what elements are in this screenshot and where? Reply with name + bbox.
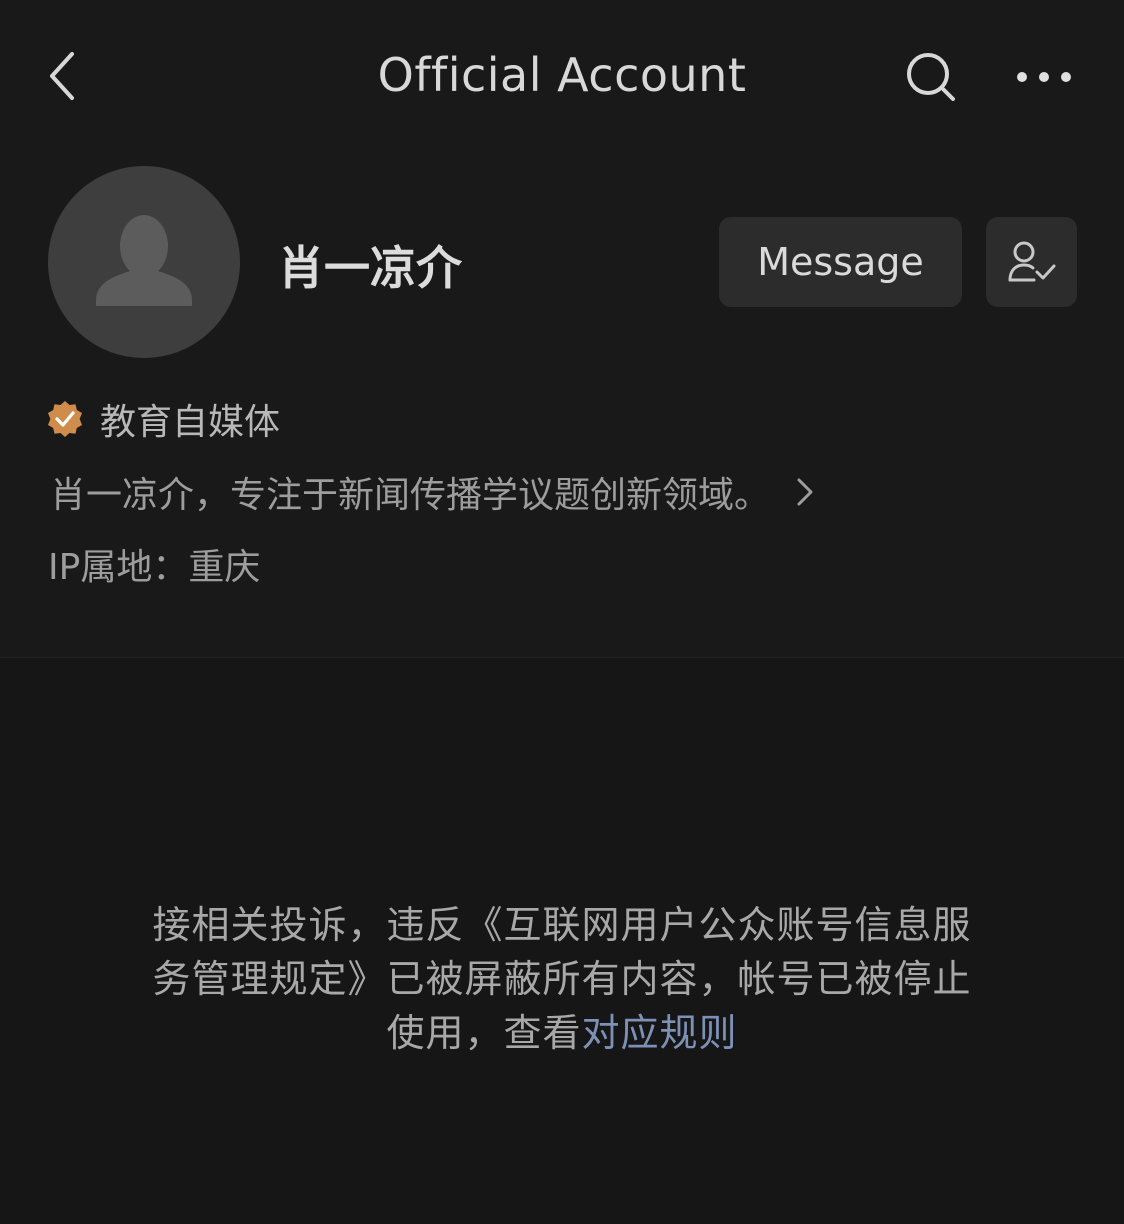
suspension-notice-text: 接相关投诉，违反《互联网用户公众账号信息服务管理规定》已被屏蔽所有内容，帐号已被… — [152, 903, 972, 1055]
more-options-button[interactable] — [1010, 52, 1080, 102]
verified-badge-icon — [48, 401, 82, 437]
followed-user-check-icon — [1008, 241, 1055, 282]
message-button[interactable]: Message — [719, 217, 962, 307]
content-area: 接相关投诉，违反《互联网用户公众账号信息服务管理规定》已被屏蔽所有内容，帐号已被… — [0, 658, 1124, 1224]
search-button[interactable] — [900, 46, 962, 108]
search-icon — [907, 53, 955, 101]
verification-label: 教育自媒体 — [100, 402, 281, 443]
account-profile: 肖一凉介 Message 教育自媒体 肖一凉介，专注于新闻传播学议题创新领域。 … — [0, 150, 1124, 658]
more-horizontal-icon — [1017, 72, 1071, 82]
chevron-right-icon — [797, 478, 813, 506]
account-description-row[interactable]: 肖一凉介，专注于新闻传播学议题创新领域。 — [50, 466, 816, 518]
account-description: 肖一凉介，专注于新闻传播学议题创新领域。 — [50, 475, 771, 516]
verification-row: 教育自媒体 — [46, 394, 280, 444]
default-user-avatar-icon — [96, 215, 192, 306]
follow-status-button[interactable] — [986, 217, 1077, 307]
account-name: 肖一凉介 — [278, 241, 462, 295]
suspension-notice: 接相关投诉，违反《互联网用户公众账号信息服务管理规定》已被屏蔽所有内容，帐号已被… — [152, 898, 972, 1060]
rules-link[interactable]: 对应规则 — [582, 1011, 738, 1055]
top-nav-bar: Official Account — [0, 0, 1124, 150]
ip-location: IP属地：重庆 — [48, 547, 261, 588]
avatar[interactable] — [48, 166, 240, 358]
